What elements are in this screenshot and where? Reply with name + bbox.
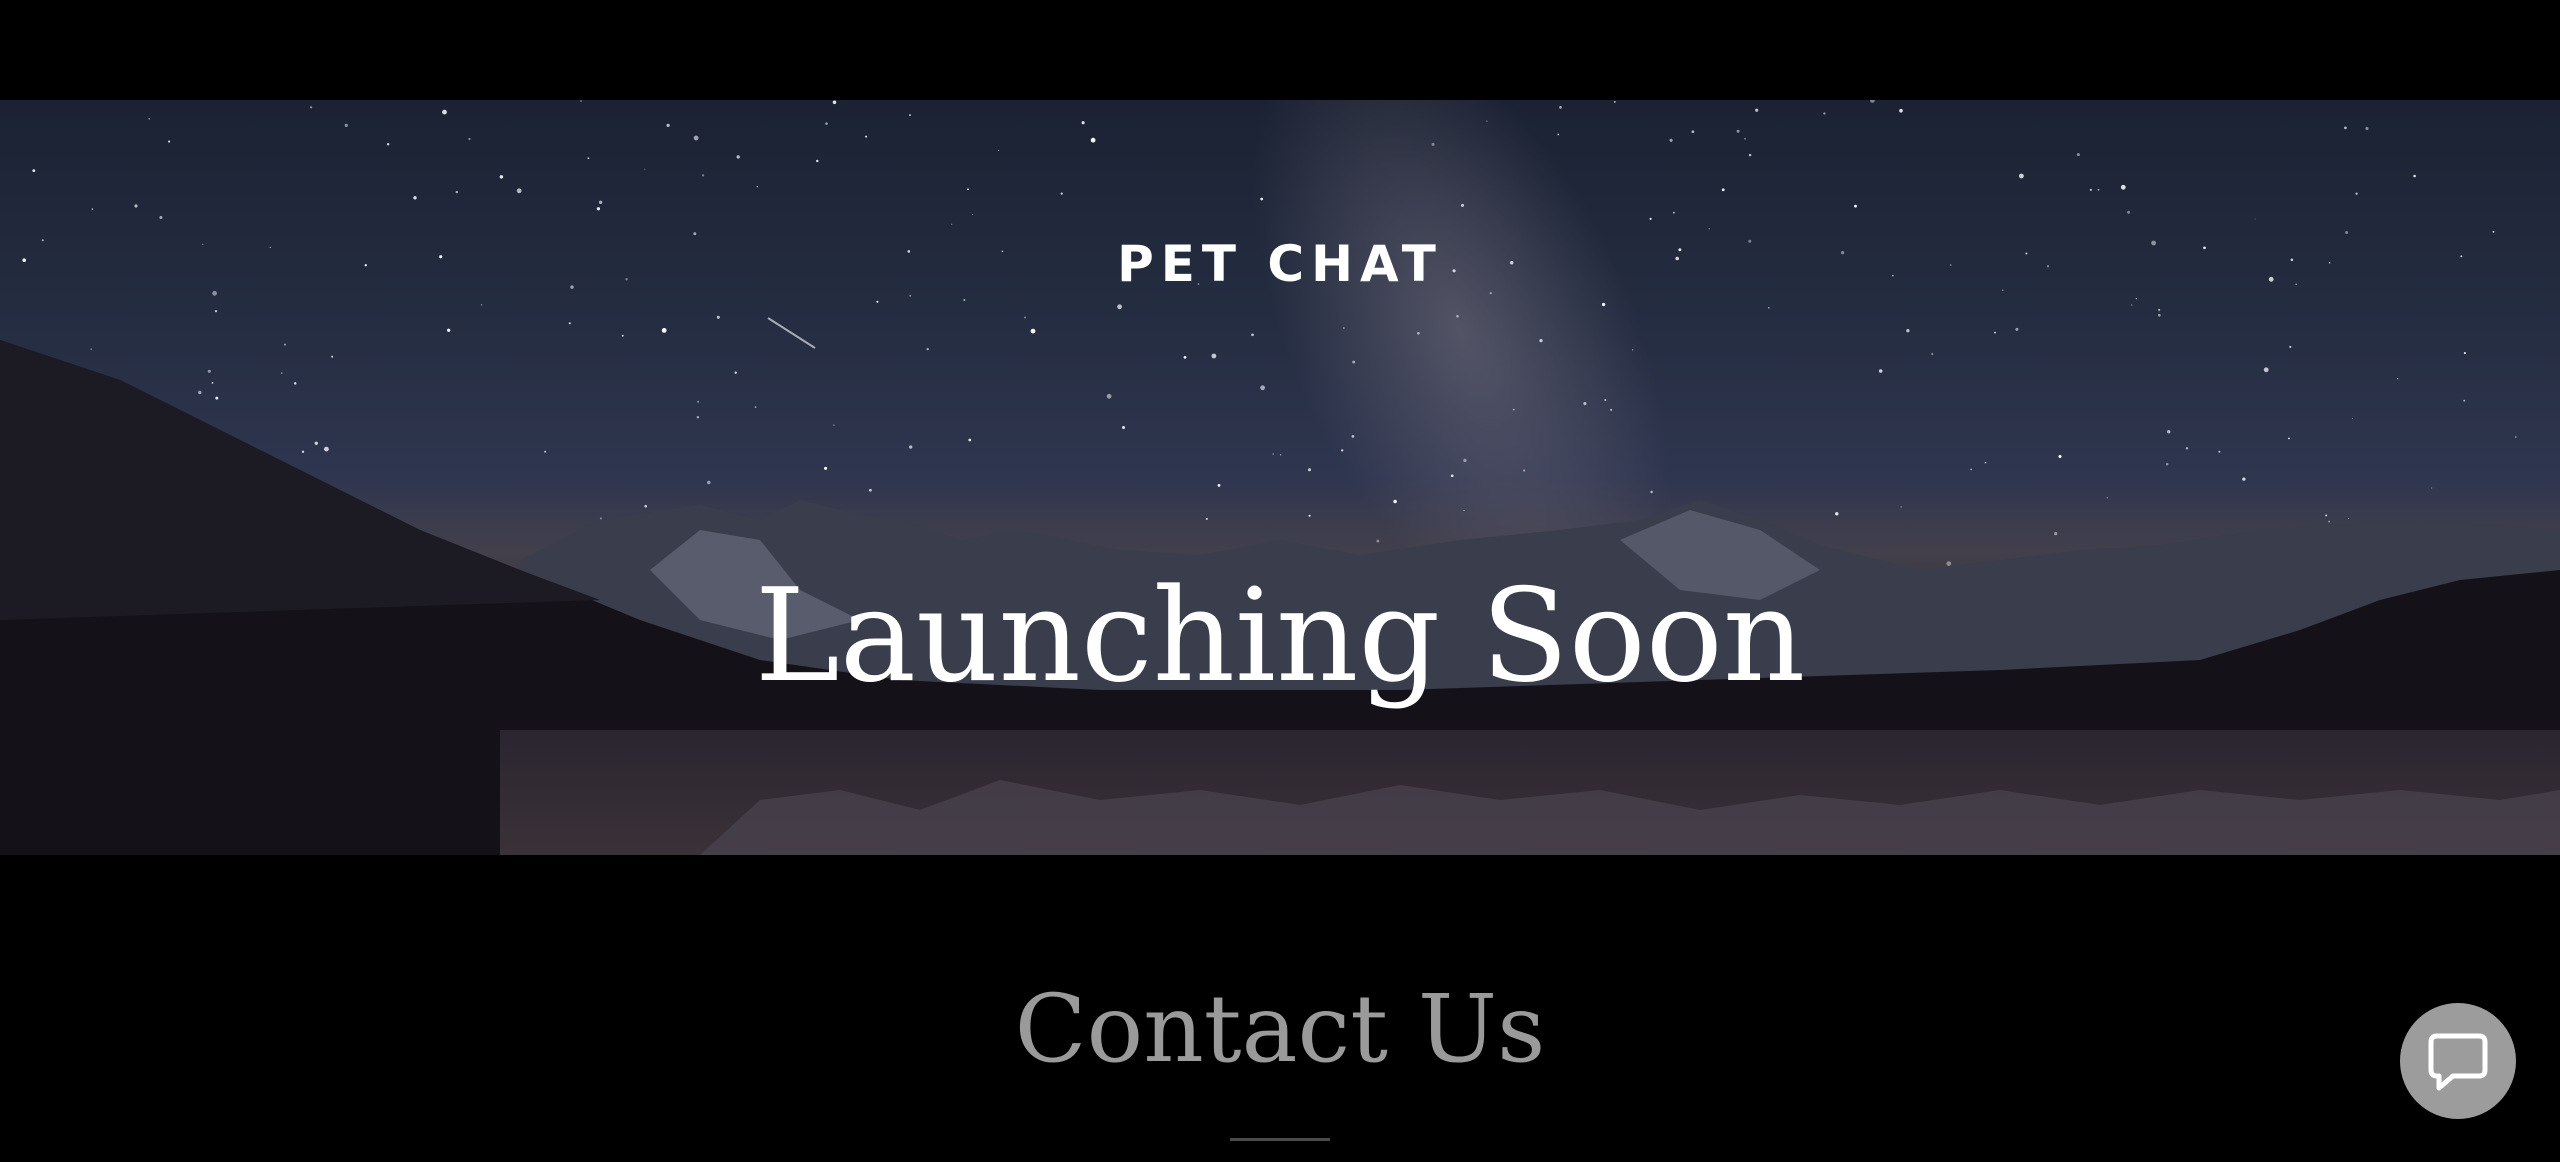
launching-soon-headline: Launching Soon: [754, 562, 1806, 711]
section-divider: [1230, 1138, 1330, 1141]
chat-widget-button[interactable]: [2400, 1003, 2516, 1119]
top-bar: [0, 0, 2560, 100]
night-sky-mountain-background: [0, 100, 2560, 855]
hero-banner: PET CHAT Launching Soon: [0, 100, 2560, 855]
contact-us-heading: Contact Us: [1014, 975, 1546, 1084]
brand-title: PET CHAT: [1117, 235, 1443, 293]
chat-bubble-icon: [2428, 1033, 2488, 1091]
